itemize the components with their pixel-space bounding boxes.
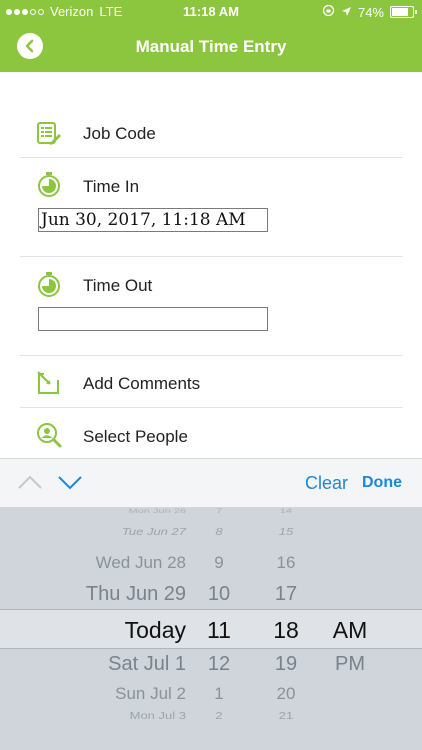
date-option[interactable]: Mon Jun 26 — [0, 507, 186, 514]
chevron-up-icon[interactable] — [17, 473, 43, 491]
minute-option[interactable]: 19 — [266, 653, 306, 676]
job-code-row[interactable]: Job Code — [20, 107, 403, 158]
date-option[interactable]: Sat Jul 1 — [0, 653, 186, 676]
battery-icon — [390, 6, 417, 18]
time-out-label: Time Out — [83, 276, 153, 295]
chevron-down-icon[interactable] — [57, 473, 83, 491]
time-out-field[interactable] — [38, 307, 268, 331]
edit-arrow-icon — [37, 371, 59, 394]
hour-option[interactable]: 10 — [199, 583, 239, 606]
date-option[interactable]: Tue Jun 27 — [0, 526, 186, 538]
minute-option[interactable]: 21 — [266, 710, 306, 722]
stopwatch-icon — [38, 172, 60, 197]
add-comments-row[interactable]: Add Comments — [20, 356, 403, 408]
picker-toolbar: Clear Done — [0, 458, 422, 507]
hour-option[interactable]: 1 — [199, 684, 239, 704]
time-in-label: Time In — [83, 177, 140, 196]
date-option[interactable]: Wed Jun 28 — [0, 553, 186, 573]
add-comments-label: Add Comments — [83, 374, 201, 393]
date-option[interactable]: Sun Jul 2 — [0, 684, 186, 704]
battery-percent: 74% — [357, 4, 384, 20]
select-people-row[interactable]: Select People — [20, 408, 403, 458]
ampm-option[interactable]: PM — [325, 653, 375, 676]
hour-option[interactable]: 12 — [199, 653, 239, 676]
rotation-lock-icon — [322, 4, 335, 20]
hour-option[interactable]: 2 — [199, 710, 239, 722]
minute-option-selected[interactable]: 18 — [266, 617, 306, 644]
hour-option[interactable]: 9 — [199, 553, 239, 573]
stopwatch-icon — [38, 272, 60, 297]
hour-option[interactable]: 8 — [199, 526, 239, 538]
page-title: Manual Time Entry — [135, 37, 287, 56]
minute-option[interactable]: 14 — [266, 507, 306, 514]
location-icon — [341, 5, 352, 20]
minute-option[interactable]: 17 — [266, 583, 306, 606]
status-bar: Verizon LTE 11:18 AM 74% — [0, 0, 422, 22]
list-edit-icon — [37, 122, 61, 145]
minute-option[interactable]: 16 — [266, 553, 306, 573]
select-people-label: Select People — [83, 427, 188, 446]
hour-option-selected[interactable]: 11 — [199, 617, 239, 644]
done-button[interactable]: Done — [362, 474, 402, 492]
people-search-icon — [37, 423, 62, 448]
ampm-option-selected[interactable]: AM — [325, 617, 375, 644]
nav-bar: Manual Time Entry — [0, 22, 422, 72]
clear-button[interactable]: Clear — [305, 473, 348, 494]
job-code-label: Job Code — [83, 124, 156, 143]
minute-option[interactable]: 20 — [266, 684, 306, 704]
date-option[interactable]: Mon Jul 3 — [0, 710, 186, 722]
time-in-field[interactable]: Jun 30, 2017, 11:18 AM — [38, 208, 268, 232]
hour-option[interactable]: 7 — [199, 507, 239, 514]
minute-option[interactable]: 15 — [266, 526, 306, 538]
date-option[interactable]: Thu Jun 29 — [0, 583, 186, 606]
date-time-picker[interactable]: Mon Jun 26 Tue Jun 27 Wed Jun 28 Thu Jun… — [0, 507, 422, 750]
date-option-selected[interactable]: Today — [0, 617, 186, 644]
